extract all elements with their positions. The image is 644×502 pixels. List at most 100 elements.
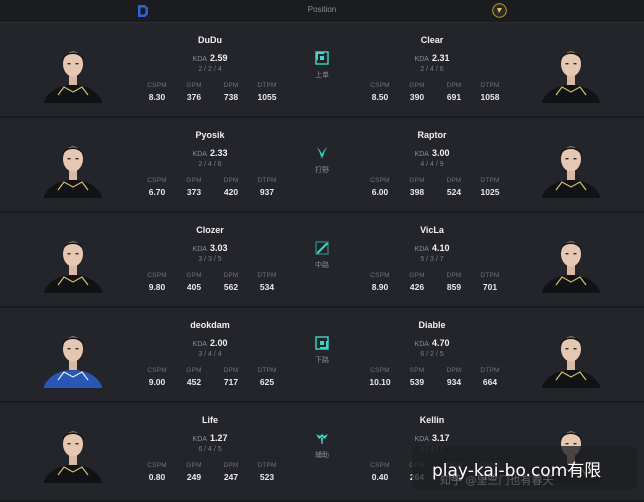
player-portrait[interactable] (44, 322, 102, 388)
stat-label: GPM (186, 272, 202, 279)
kda-value: 2.31 (431, 53, 450, 63)
player-portrait[interactable] (44, 37, 102, 103)
stat-value: 420 (223, 187, 239, 197)
kda-breakdown: 6 / 2 / 5 (420, 351, 444, 358)
stat-label: DPM (223, 177, 239, 184)
stat-item: CSPM 9.80 (138, 272, 176, 292)
stat-label: DTPM (257, 177, 277, 184)
player-matchup-row[interactable]: Clozer KDA 3.03 3 / 3 / 5 CSPM 9.80 GPM 405 DPM 5… (0, 213, 644, 308)
team-logo-gen-icon[interactable] (492, 3, 507, 18)
stat-value: 452 (186, 377, 202, 387)
kda-label: KDA (192, 56, 207, 63)
stat-group: CSPM 8.30 GPM 376 DPM 738 DTPM 1055 (138, 82, 288, 110)
watermark-text: play-kai-bo.com有限 (432, 461, 602, 481)
stat-value: 6.70 (148, 187, 166, 197)
stat-value: 738 (223, 92, 239, 102)
player-name[interactable]: DuDu (150, 35, 270, 45)
stat-value: 9.80 (148, 282, 166, 292)
player-matchup-row[interactable]: Pyosik KDA 2.33 2 / 4 / 6 CSPM 6.70 GPM 373 DPM 4… (0, 118, 644, 213)
kda-ratio: KDA 3.03 (150, 243, 270, 253)
player-portrait[interactable] (542, 322, 600, 388)
stat-item: DPM 738 (212, 82, 250, 102)
stat-item: DPM 562 (212, 272, 250, 292)
player-name[interactable]: Diable (372, 320, 492, 330)
stat-value: 664 (482, 377, 498, 387)
role-indicator: 下路 (300, 336, 344, 365)
stat-value: 859 (446, 282, 462, 292)
stat-value: 1055 (257, 92, 277, 102)
stat-value: 523 (259, 472, 275, 482)
player-matchup-row[interactable]: DuDu KDA 2.59 2 / 2 / 4 CSPM 8.30 GPM 376 DPM 738… (0, 23, 644, 118)
player-name[interactable]: Life (150, 415, 270, 425)
jungle-icon (300, 146, 344, 160)
stat-value: 6.00 (371, 187, 389, 197)
stat-label: DPM (223, 462, 239, 469)
top-lane-icon (300, 51, 344, 65)
player-name[interactable]: Pyosik (150, 130, 270, 140)
stat-item: DTPM 625 (248, 367, 286, 387)
stat-value: 9.00 (148, 377, 166, 387)
player-portrait[interactable] (542, 37, 600, 103)
stat-item: GPM 376 (175, 82, 213, 102)
player-name[interactable]: deokdam (150, 320, 270, 330)
player-name[interactable]: Clear (372, 35, 492, 45)
stat-item: GPM 426 (398, 272, 436, 292)
stat-item: CSPM 6.00 (361, 177, 399, 197)
stat-item: CSPM 0.80 (138, 462, 176, 482)
stat-item: GPM 249 (175, 462, 213, 482)
player-portrait[interactable] (542, 132, 600, 198)
kda-label: KDA (192, 246, 207, 253)
stat-label: CSPM (147, 367, 167, 374)
kda-label: KDA (192, 436, 207, 443)
kda-ratio: KDA 1.27 (150, 433, 270, 443)
stat-value: 426 (409, 282, 425, 292)
stat-value: 405 (186, 282, 202, 292)
kda-breakdown: 4 / 4 / 9 (420, 161, 444, 168)
stat-value: 0.40 (371, 472, 389, 482)
stat-value: 8.30 (148, 92, 166, 102)
stat-item: DPM 247 (212, 462, 250, 482)
stat-label: GPM (186, 462, 202, 469)
kda-value: 3.17 (431, 433, 450, 443)
player-name[interactable]: Raptor (372, 130, 492, 140)
kda-breakdown: 2 / 4 / 6 (420, 66, 444, 73)
stat-value: 562 (223, 282, 239, 292)
stat-group: CSPM 6.70 GPM 373 DPM 420 DTPM 937 (138, 177, 288, 205)
mid-lane-icon (300, 241, 344, 255)
stat-item: CSPM 10.10 (361, 367, 399, 387)
kda-breakdown: 2 / 4 / 6 (198, 161, 222, 168)
stat-label: DPM (446, 272, 462, 279)
stat-item: DTPM 937 (248, 177, 286, 197)
kda-label: KDA (414, 341, 429, 348)
role-label: 打野 (315, 167, 329, 174)
kda-label: KDA (414, 436, 429, 443)
stat-label: CSPM (147, 82, 167, 89)
stat-item: DTPM 1025 (471, 177, 509, 197)
player-portrait[interactable] (44, 132, 102, 198)
kda-value: 1.27 (209, 433, 228, 443)
header-bar: Position (0, 0, 644, 23)
stat-item: GPM 398 (398, 177, 436, 197)
player-matchup-row[interactable]: deokdam KDA 2.00 3 / 4 / 4 CSPM 9.00 GPM 452 DPM… (0, 308, 644, 403)
kda-label: KDA (414, 56, 429, 63)
kda-ratio: KDA 2.59 (150, 53, 270, 63)
stat-label: GPM (186, 177, 202, 184)
player-portrait[interactable] (44, 227, 102, 293)
player-name[interactable]: Clozer (150, 225, 270, 235)
player-name[interactable]: Kellin (372, 415, 492, 425)
player-portrait[interactable] (44, 417, 102, 483)
stat-label: GPM (409, 272, 425, 279)
kda-label: KDA (414, 151, 429, 158)
kda-label: KDA (414, 246, 429, 253)
kda-ratio: KDA 2.00 (150, 338, 270, 348)
role-indicator: 打野 (300, 146, 344, 175)
stat-value: 373 (186, 187, 202, 197)
role-indicator: 中路 (300, 241, 344, 270)
stat-item: SPM 539 (398, 367, 436, 387)
stat-item: DTPM 701 (471, 272, 509, 292)
player-portrait[interactable] (542, 227, 600, 293)
player-name[interactable]: VicLa (372, 225, 492, 235)
stat-value: 8.50 (371, 92, 389, 102)
stat-item: CSPM 8.50 (361, 82, 399, 102)
kda-value: 4.10 (431, 243, 450, 253)
